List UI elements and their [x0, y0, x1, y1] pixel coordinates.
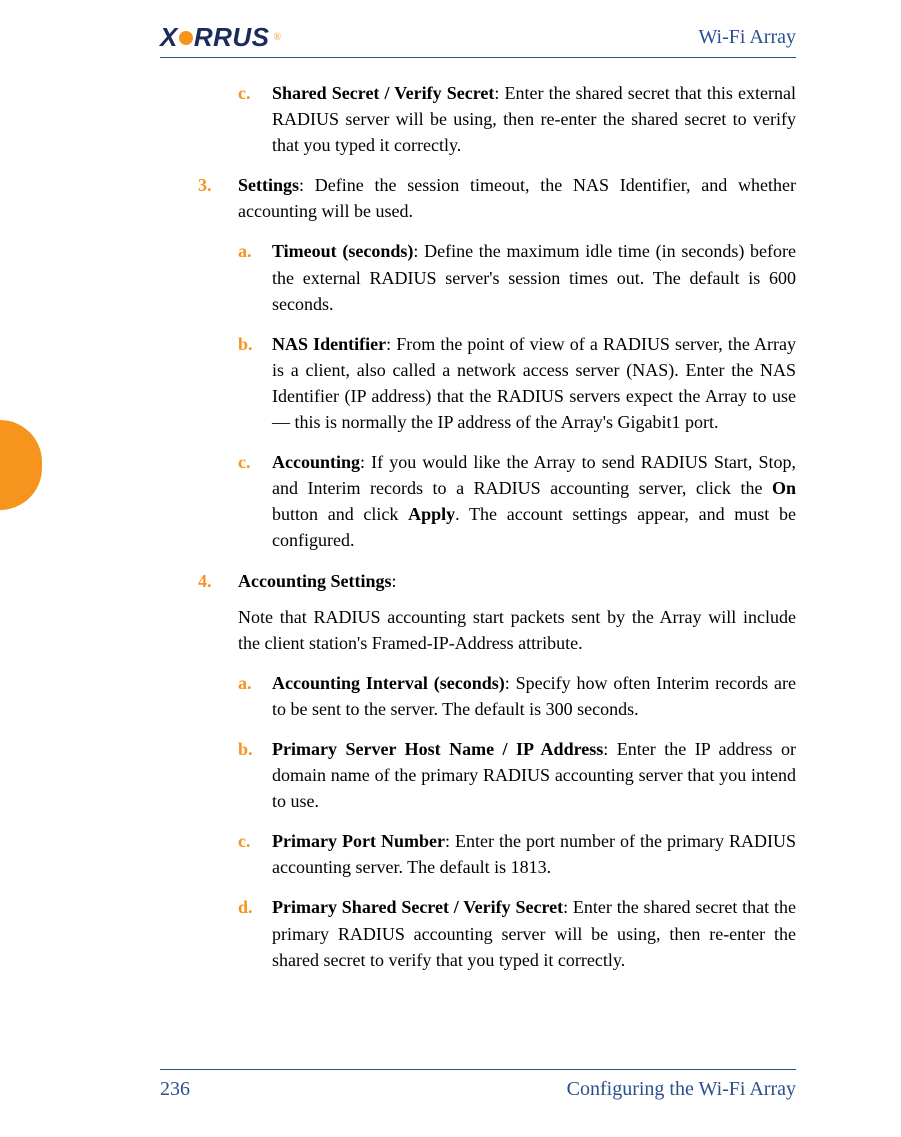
list-marker: d.	[238, 894, 272, 972]
list-item: b. Primary Server Host Name / IP Address…	[238, 736, 796, 814]
list-body: Accounting Interval (seconds): Specify h…	[272, 670, 796, 722]
list-item: a. Timeout (seconds): Define the maximum…	[238, 238, 796, 316]
list-body: Primary Shared Secret / Verify Secret: E…	[272, 894, 796, 972]
list-body: Settings: Define the session timeout, th…	[238, 172, 796, 224]
list-marker: b.	[238, 736, 272, 814]
list-lead: Shared Secret / Verify Secret	[272, 83, 494, 103]
list-text: : Define the session timeout, the NAS Id…	[238, 175, 796, 221]
list-body: Primary Server Host Name / IP Address: E…	[272, 736, 796, 814]
page-header: X RRUS ® Wi-Fi Array	[160, 22, 796, 58]
footer-section-title: Configuring the Wi-Fi Array	[567, 1078, 796, 1101]
logo-text-part2: RRUS	[194, 22, 270, 53]
list-item: c. Primary Port Number: Enter the port n…	[238, 828, 796, 880]
list-lead: Accounting Settings	[238, 571, 392, 591]
list-marker: 3.	[198, 172, 238, 224]
list-lead: Primary Port Number	[272, 831, 445, 851]
list-text: button and click	[272, 504, 408, 524]
list-lead: Primary Shared Secret / Verify Secret	[272, 897, 563, 917]
list-body: NAS Identifier: From the point of view o…	[272, 331, 796, 435]
list-note-text: Note that RADIUS accounting start packet…	[238, 604, 796, 656]
list-marker: a.	[238, 238, 272, 316]
list-body: Accounting: If you would like the Array …	[272, 449, 796, 553]
list-lead: NAS Identifier	[272, 334, 386, 354]
list-lead: Accounting Interval (seconds)	[272, 673, 505, 693]
list-item: c. Accounting: If you would like the Arr…	[238, 449, 796, 553]
brand-logo: X RRUS ®	[160, 22, 281, 53]
list-text: :	[392, 571, 397, 591]
list-marker: 4.	[198, 568, 238, 594]
list-item: d. Primary Shared Secret / Verify Secret…	[238, 894, 796, 972]
list-item: 3. Settings: Define the session timeout,…	[198, 172, 796, 224]
logo-text-part1: X	[160, 22, 178, 53]
list-bold: On	[772, 478, 796, 498]
list-lead: Timeout (seconds)	[272, 241, 413, 261]
page-number: 236	[160, 1078, 190, 1101]
list-body: Primary Port Number: Enter the port numb…	[272, 828, 796, 880]
list-body: Shared Secret / Verify Secret: Enter the…	[272, 80, 796, 158]
list-item: 4. Accounting Settings:	[198, 568, 796, 594]
header-title: Wi-Fi Array	[698, 26, 796, 49]
list-marker: c.	[238, 828, 272, 880]
list-note: Note that RADIUS accounting start packet…	[198, 604, 796, 656]
list-body: Accounting Settings:	[238, 568, 796, 594]
list-bold: Apply	[408, 504, 455, 524]
list-item: b. NAS Identifier: From the point of vie…	[238, 331, 796, 435]
document-page: X RRUS ® Wi-Fi Array c. Shared Secret / Ve…	[0, 0, 901, 1137]
page-footer: 236 Configuring the Wi-Fi Array	[160, 1069, 796, 1101]
page-content: c. Shared Secret / Verify Secret: Enter …	[198, 80, 796, 987]
list-marker: a.	[238, 670, 272, 722]
list-lead: Accounting	[272, 452, 360, 472]
registered-icon: ®	[274, 32, 282, 43]
list-marker: b.	[238, 331, 272, 435]
list-body: Timeout (seconds): Define the maximum id…	[272, 238, 796, 316]
list-lead: Settings	[238, 175, 299, 195]
list-item: c. Shared Secret / Verify Secret: Enter …	[238, 80, 796, 158]
section-tab-icon	[0, 420, 42, 510]
list-item: a. Accounting Interval (seconds): Specif…	[238, 670, 796, 722]
list-marker: c.	[238, 80, 272, 158]
list-lead: Primary Server Host Name / IP Address	[272, 739, 603, 759]
logo-dot-icon	[179, 31, 193, 45]
list-marker: c.	[238, 449, 272, 553]
